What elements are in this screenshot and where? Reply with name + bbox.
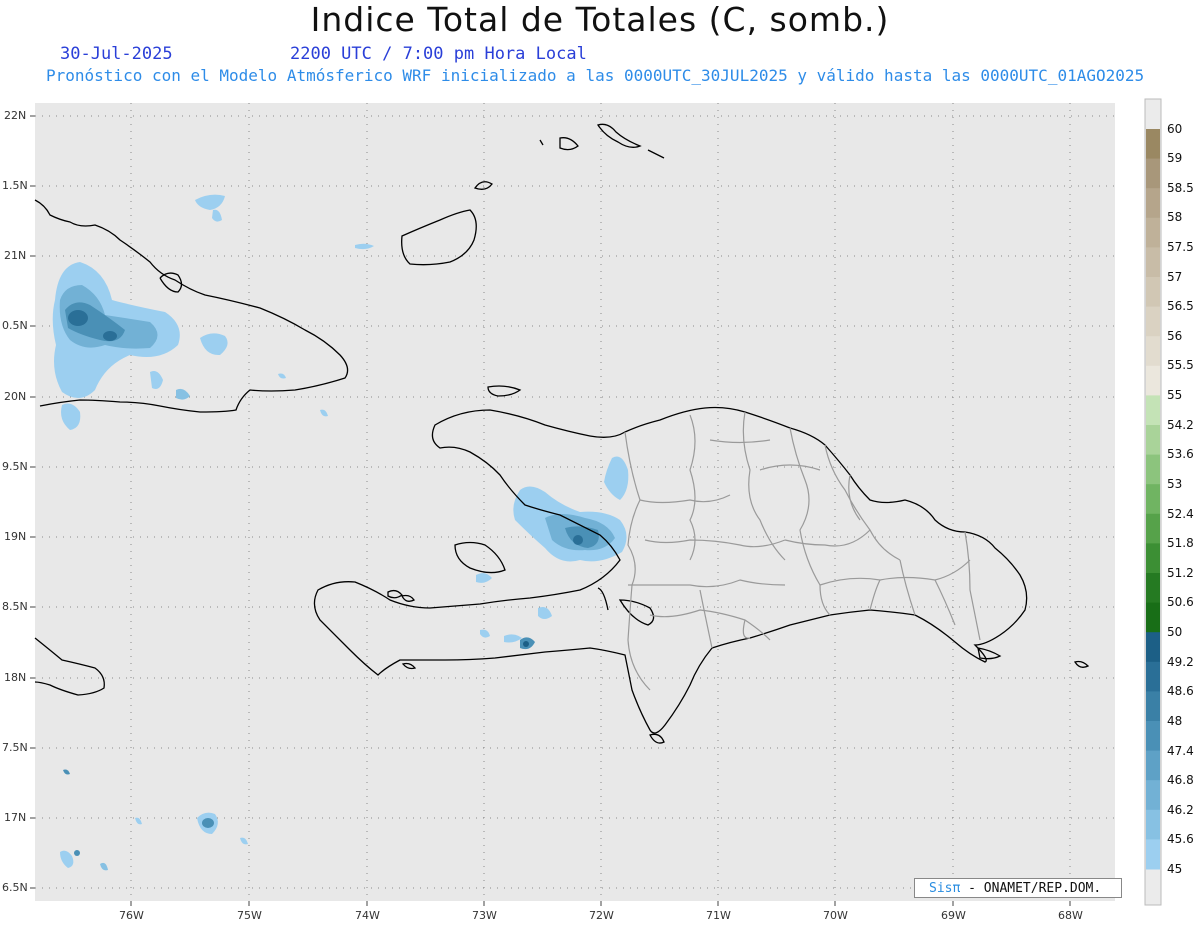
colorbar-swatch (1146, 809, 1160, 840)
credit-org: - ONAMET/REP.DOM. (968, 881, 1102, 896)
lat-label-20n: 20N (4, 390, 27, 403)
lat-label-18-5n: 8.5N (2, 600, 28, 613)
colorbar-label: 50 (1167, 625, 1183, 639)
lon-label-74w: 74W (355, 909, 380, 922)
colorbar-swatch (1146, 454, 1160, 485)
lat-label-21n: 21N (4, 249, 27, 262)
colorbar-label: 45.6 (1167, 832, 1194, 846)
colorbar-swatch (1146, 129, 1160, 160)
colorbar-swatch (1146, 425, 1160, 456)
lat-label-20-5n: 0.5N (2, 319, 28, 332)
colorbar-label: 54.2 (1167, 418, 1194, 432)
sis-logo-text: Sisπ (929, 881, 961, 896)
lon-label-73w: 73W (472, 909, 497, 922)
lat-label-22n: 22N (4, 109, 27, 122)
colorbar-label: 49.2 (1167, 655, 1194, 669)
colorbar-swatch (1146, 484, 1160, 515)
colorbar-swatch (1146, 602, 1160, 633)
colorbar-swatch (1146, 513, 1160, 544)
colorbar-swatch (1146, 277, 1160, 308)
colorbar-label: 60 (1167, 122, 1183, 136)
colorbar-swatch (1146, 247, 1160, 278)
colorbar-label: 52.4 (1167, 507, 1194, 521)
colorbar-swatch (1146, 395, 1160, 426)
colorbar-label: 51.2 (1167, 566, 1194, 580)
colorbar-swatch (1146, 750, 1160, 781)
colorbar-swatch (1146, 839, 1160, 870)
colorbar-label: 58.5 (1167, 181, 1194, 195)
colorbar-label: 59 (1167, 151, 1183, 165)
lon-label-69w: 69W (941, 909, 966, 922)
lat-label-17n: 17N (4, 811, 27, 824)
colorbar-swatch (1146, 661, 1160, 692)
colorbar-label: 53 (1167, 477, 1183, 491)
colorbar-swatch (1146, 543, 1160, 574)
colorbar-label: 48 (1167, 714, 1183, 728)
colorbar-swatch (1146, 365, 1160, 396)
colorbar-swatch (1146, 780, 1160, 811)
colorbar-label: 50.6 (1167, 595, 1194, 609)
colorbar-swatch (1146, 188, 1160, 219)
colorbar-label: 48.6 (1167, 684, 1194, 698)
colorbar-label: 51.8 (1167, 536, 1194, 550)
colorbar-label: 56.5 (1167, 299, 1194, 313)
colorbar-label: 55 (1167, 388, 1183, 402)
lat-label-16-5n: 6.5N (2, 881, 28, 894)
lat-label-18n: 18N (4, 671, 27, 684)
lon-ticks (130, 901, 1071, 906)
colorbar-label: 47.4 (1167, 744, 1194, 758)
lon-label-68w: 68W (1058, 909, 1083, 922)
lat-ticks (30, 115, 35, 889)
colorbar-swatch (1146, 632, 1160, 663)
lon-label-71w: 71W (706, 909, 731, 922)
colorbar-label: 57 (1167, 270, 1183, 284)
colorbar-swatches (1146, 129, 1160, 870)
credit-box: Sisπ - ONAMET/REP.DOM. (914, 878, 1122, 898)
colorbar-swatch (1146, 691, 1160, 722)
colorbar-swatch (1146, 336, 1160, 367)
lon-label-72w: 72W (589, 909, 614, 922)
lon-label-70w: 70W (823, 909, 848, 922)
weather-map (30, 98, 1162, 906)
lon-label-75w: 75W (237, 909, 262, 922)
colorbar-swatch (1146, 306, 1160, 337)
lat-label-17-5n: 7.5N (2, 741, 28, 754)
colorbar-label: 55.5 (1167, 358, 1194, 372)
colorbar-label: 58 (1167, 210, 1183, 224)
colorbar-swatch (1146, 158, 1160, 189)
lat-label-19-5n: 9.5N (2, 460, 28, 473)
colorbar-swatch (1146, 573, 1160, 604)
colorbar-label: 56 (1167, 329, 1183, 343)
lon-label-76w: 76W (119, 909, 144, 922)
colorbar-swatch (1146, 217, 1160, 248)
colorbar-swatch (1146, 721, 1160, 752)
colorbar-label: 57.5 (1167, 240, 1194, 254)
lat-label-21-5n: 1.5N (2, 179, 28, 192)
colorbar (1144, 98, 1162, 906)
colorbar-label: 53.6 (1167, 447, 1194, 461)
colorbar-label: 45 (1167, 862, 1183, 876)
colorbar-label: 46.2 (1167, 803, 1194, 817)
lat-label-19n: 19N (4, 530, 27, 543)
colorbar-label: 46.8 (1167, 773, 1194, 787)
